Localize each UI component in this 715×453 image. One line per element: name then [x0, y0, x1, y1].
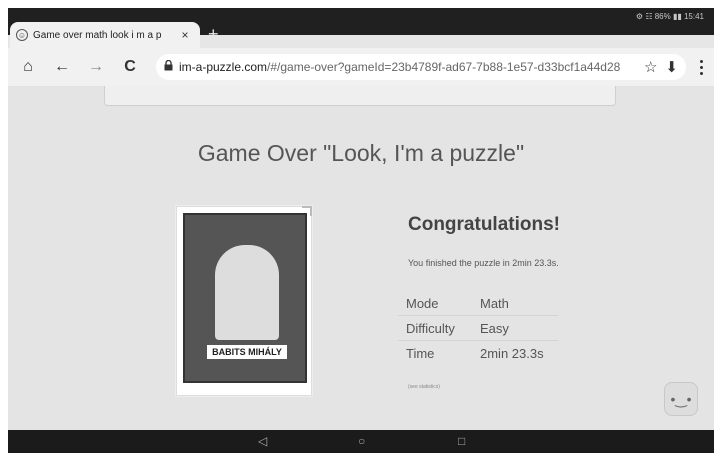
reload-icon[interactable]: C	[116, 53, 144, 81]
congratulations-heading: Congratulations!	[408, 214, 560, 235]
back-arrow-icon[interactable]: ←	[48, 53, 76, 81]
portrait-figure	[215, 245, 279, 340]
expand-icon[interactable]	[302, 206, 312, 216]
poster-name: BABITS MIHÁLY	[207, 345, 287, 359]
lock-icon	[164, 59, 173, 74]
nav-recents-icon[interactable]: □	[458, 434, 465, 448]
stat-value: 2min 23.3s	[480, 346, 544, 361]
address-bar[interactable]: im-a-puzzle.com/#/game-over?gameId=23b47…	[156, 54, 686, 80]
status-text: ⚙ ☷ 86% ▮▮ 15:41	[635, 12, 704, 21]
url-path: /#/game-over?gameId=23b4789f-ad67-7b88-1…	[267, 60, 621, 74]
tablet-screen: ⚙ ☷ 86% ▮▮ 15:41 ☺ Game over math look i…	[8, 8, 714, 453]
chat-bot-button[interactable]: •‿•	[664, 382, 698, 416]
tab-title: Game over math look i m a p	[33, 29, 162, 41]
device-frame: ⚙ ☷ 86% ▮▮ 15:41 ☺ Game over math look i…	[0, 0, 715, 453]
stat-row-time: Time 2min 23.3s	[398, 341, 558, 366]
top-card-edge	[104, 86, 616, 106]
bot-face-icon: •‿•	[670, 390, 692, 407]
page-content: Game Over "Look, I'm a puzzle" BABITS MI…	[8, 86, 714, 430]
url-text[interactable]: im-a-puzzle.com/#/game-over?gameId=23b47…	[179, 60, 638, 74]
nav-home-icon[interactable]: ○	[358, 434, 365, 448]
stat-value: Math	[480, 295, 509, 311]
browser-menu-icon[interactable]	[696, 55, 706, 79]
puzzle-image[interactable]: BABITS MIHÁLY	[176, 206, 312, 396]
tab-favicon-icon: ☺	[16, 29, 28, 41]
url-host: im-a-puzzle.com	[179, 60, 268, 74]
stat-row-mode: Mode Math	[398, 291, 558, 316]
new-tab-button[interactable]: +	[208, 24, 219, 44]
download-icon[interactable]: ⬇	[665, 58, 678, 76]
see-statistics-link[interactable]: (see statistics)	[408, 384, 440, 390]
forward-arrow-icon[interactable]: →	[82, 53, 110, 81]
bookmark-star-icon[interactable]: ☆	[644, 58, 657, 76]
home-icon[interactable]: ⌂	[14, 53, 42, 81]
stats-table: Mode Math Difficulty Easy Time 2min 23.3…	[398, 291, 558, 366]
stat-row-difficulty: Difficulty Easy	[398, 316, 558, 341]
stat-label: Mode	[406, 295, 439, 311]
browser-tab[interactable]: ☺ Game over math look i m a p ×	[10, 22, 200, 48]
browser-toolbar: ⌂ ← → C im-a-puzzle.com/#/game-over?game…	[8, 48, 714, 86]
finished-message: You finished the puzzle in 2min 23.3s.	[408, 258, 559, 268]
stat-label: Difficulty	[406, 320, 455, 336]
status-indicators: ⚙ ☷ 86% ▮▮ 15:41	[636, 12, 704, 21]
stat-value: Easy	[480, 320, 509, 336]
android-nav-bar: ◁ ○ □	[8, 430, 714, 453]
puzzle-image-artwork: BABITS MIHÁLY	[183, 213, 307, 383]
page-title: Game Over "Look, I'm a puzzle"	[197, 140, 525, 166]
stat-label: Time	[406, 346, 435, 361]
nav-back-icon[interactable]: ◁	[258, 434, 267, 448]
tab-close-icon[interactable]: ×	[178, 28, 192, 42]
